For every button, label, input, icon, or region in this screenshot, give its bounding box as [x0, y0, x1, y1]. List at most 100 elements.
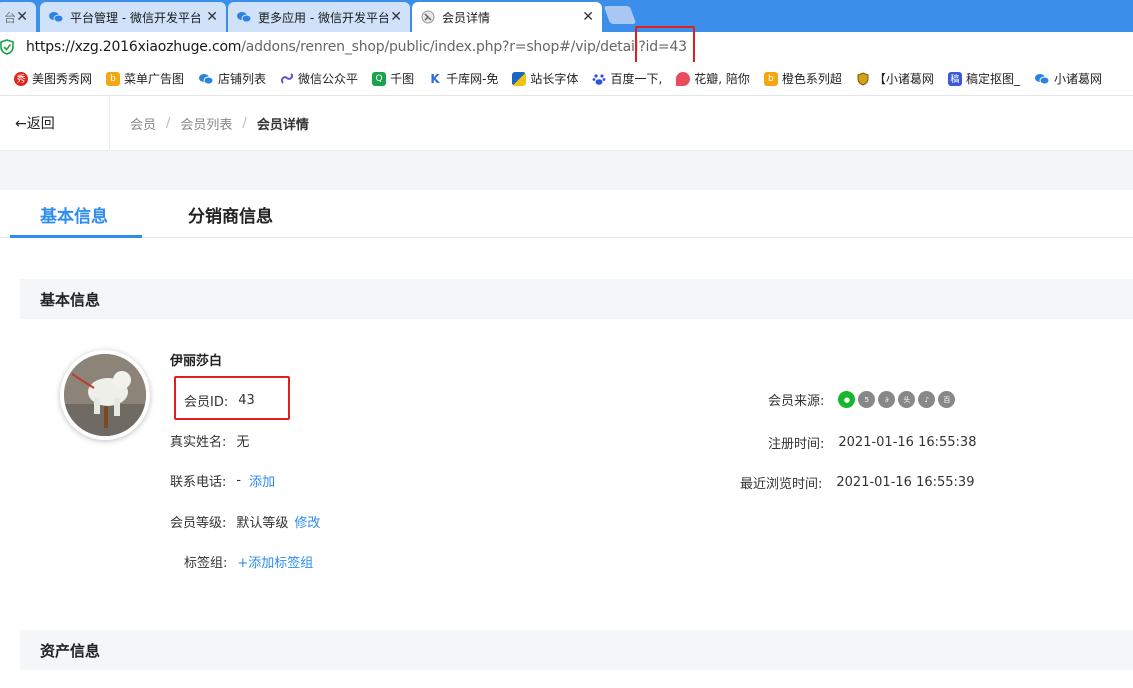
address-bar[interactable]: https://xzg.2016xiaozhuge.com/addons/ren… [0, 32, 1133, 62]
bookmark-item[interactable]: 店铺列表 [198, 70, 266, 87]
bookmark-label: 菜单广告图 [124, 72, 185, 86]
tab-label: 台 [4, 10, 17, 25]
breadcrumb-separator: / [242, 115, 247, 131]
bookmark-b-icon: b [106, 71, 121, 86]
real-name-value: 无 [236, 435, 250, 450]
browser-tab-platform[interactable]: 平台管理 - 微信开发平台 ✕ [40, 2, 226, 32]
breadcrumb-item-member[interactable]: 会员 [130, 114, 156, 133]
bookmark-item[interactable]: 【小诸葛网 [856, 70, 934, 87]
browser-tab-strip: 台 ✕ 平台管理 - 微信开发平台 ✕ 更多应用 - 微信开发平台 ✕ 会员详情… [0, 0, 1133, 32]
add-phone-link[interactable]: 添加 [249, 471, 275, 490]
bookmark-item[interactable]: 稿稿定抠图_ [947, 70, 1020, 87]
url-text[interactable]: https://xzg.2016xiaozhuge.com/addons/ren… [26, 39, 687, 55]
secure-shield-icon [0, 39, 14, 55]
zhanzhang-icon [512, 71, 527, 86]
bookmarks-bar: 秀美图秀秀网 b 菜单广告图 店铺列表 微信公众平 Q 千图 K 千库网-免 站长字体… [0, 62, 1133, 96]
huaban-icon [676, 71, 691, 86]
breadcrumb: 会员 / 会员列表 / 会员详情 [110, 114, 309, 133]
baidu-paw-icon [593, 73, 606, 85]
tab-label: 平台管理 - 微信开发平台 [70, 10, 200, 25]
mini-program-icon: ∂ [878, 391, 896, 408]
bookmark-label: 站长字体 [530, 72, 579, 86]
field-label: 会员等级: [170, 516, 227, 531]
url-path: /addons/renren_shop/public/index.php?r=s… [241, 39, 687, 55]
wechat-icon: ● [838, 391, 856, 408]
avatar-dog-photo [64, 354, 146, 436]
bookmark-item[interactable]: 站长字体 [512, 70, 578, 87]
active-tab-indicator [10, 235, 142, 238]
source-icons: ● 5 ∂ 头 ♪ 百 [838, 391, 958, 408]
edit-level-link[interactable]: 修改 [294, 512, 320, 531]
bookmark-label: 店铺列表 [218, 72, 267, 86]
bookmark-item[interactable]: 百度一下, [592, 70, 662, 87]
page-favicon [421, 10, 435, 24]
page-tabs: 基本信息 分销商信息 [0, 190, 1133, 238]
browser-tab-member-detail[interactable]: 会员详情 ✕ [412, 2, 602, 32]
field-real-name: 真实姓名: 无 [170, 431, 249, 450]
bookmark-label: 小诸葛网 [1053, 72, 1102, 86]
toutiao-icon: 头 [898, 391, 916, 408]
bookmark-item[interactable]: 花瓣, 陪你 [676, 70, 750, 87]
mp-link-icon [281, 72, 294, 84]
browser-tab-more-apps[interactable]: 更多应用 - 微信开发平台 ✕ [228, 2, 410, 32]
close-icon[interactable]: ✕ [16, 9, 28, 25]
bookmark-b-icon: b [763, 71, 778, 86]
bookmark-item[interactable]: 秀美图秀秀网 [0, 70, 92, 87]
field-level: 会员等级: 默认等级 修改 [170, 512, 320, 531]
avatar [60, 350, 150, 440]
bookmark-item[interactable]: b 橙色系列超 [763, 70, 842, 87]
douyin-icon: ♪ [918, 391, 936, 408]
breadcrumb-separator: / [166, 115, 171, 131]
url-id-highlight-box [635, 26, 695, 66]
wechat-icon [199, 73, 214, 84]
tab-basic-info[interactable]: 基本信息 [40, 202, 108, 227]
meitu-icon: 秀 [14, 71, 28, 86]
wechat-icon [1034, 73, 1050, 84]
close-icon[interactable]: ✕ [390, 9, 402, 25]
bookmark-label: 花瓣, 陪你 [694, 72, 750, 86]
bookmark-item[interactable]: Q 千图 [372, 70, 414, 87]
bookmark-label: 千库网-免 [446, 72, 499, 86]
close-icon[interactable]: ✕ [582, 9, 594, 25]
page-header: ←返回 会员 / 会员列表 / 会员详情 [0, 95, 1133, 151]
tab-label: 更多应用 - 微信开发平台 [258, 10, 388, 25]
field-last-visit: 最近浏览时间: 2021-01-16 16:55:39 [740, 473, 974, 492]
section-assets-title: 资产信息 [20, 630, 1133, 670]
baidu-icon: 百 [938, 391, 956, 408]
new-tab-button[interactable] [603, 6, 637, 24]
field-register-time: 注册时间: 2021-01-16 16:55:38 [768, 433, 976, 452]
field-source: 会员来源: ● 5 ∂ 头 ♪ 百 [768, 390, 958, 409]
field-label: 标签组: [184, 556, 228, 571]
bookmark-item[interactable]: 微信公众平 [280, 70, 358, 87]
add-tag-group-link[interactable]: +添加标签组 [237, 552, 313, 571]
bookmark-item[interactable]: K 千库网-免 [428, 70, 498, 87]
breadcrumb-item-member-list[interactable]: 会员列表 [180, 114, 232, 133]
field-phone: 联系电话: - 添加 [170, 471, 275, 490]
browser-tab-partial[interactable]: 台 ✕ [0, 2, 36, 32]
qiantu-icon: Q [372, 71, 387, 86]
qianku-icon: K [428, 71, 443, 86]
field-label: 注册时间: [768, 437, 825, 452]
main-content: 基本信息 分销商信息 基本信息 伊丽莎白 会员ID: 43 真实姓名: 无 联系… [0, 190, 1133, 688]
bookmark-item[interactable]: b 菜单广告图 [106, 70, 184, 87]
member-id-highlight-box [174, 376, 290, 420]
field-label: 真实姓名: [170, 435, 227, 450]
field-label: 最近浏览时间: [740, 477, 823, 492]
wechat-dev-icon [237, 12, 252, 23]
field-tags: 标签组: +添加标签组 [184, 552, 313, 571]
bookmark-label: 百度一下, [610, 72, 663, 86]
member-name: 伊丽莎白 [170, 354, 223, 369]
bookmark-item[interactable]: 小诸葛网 [1034, 70, 1102, 87]
close-icon[interactable]: ✕ [206, 9, 218, 25]
back-button[interactable]: ←返回 [0, 95, 110, 151]
register-time-value: 2021-01-16 16:55:38 [838, 435, 977, 450]
bookmark-label: 千图 [390, 72, 415, 86]
breadcrumb-item-current: 会员详情 [256, 117, 309, 133]
gaoding-icon: 稿 [947, 71, 962, 86]
phone-value: - [236, 473, 242, 488]
xiaozhuge-shield-icon [857, 71, 869, 86]
bookmark-label: 橙色系列超 [781, 72, 842, 86]
tab-distributor-info[interactable]: 分销商信息 [188, 202, 273, 227]
wechat-dev-icon [49, 12, 64, 23]
field-label: 联系电话: [170, 475, 227, 490]
